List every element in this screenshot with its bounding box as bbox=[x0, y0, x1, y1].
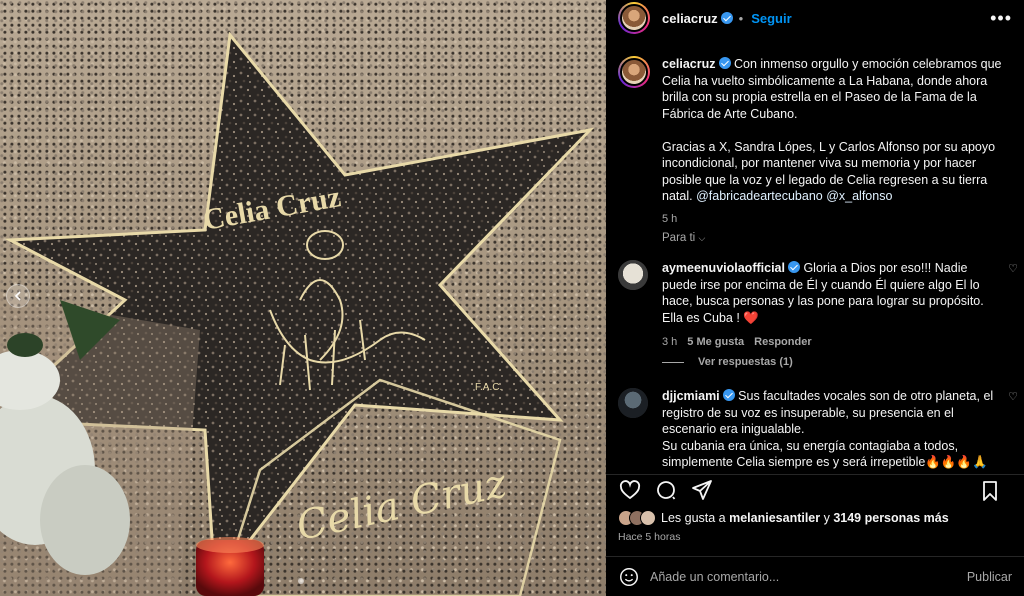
caption-username[interactable]: celiacruz bbox=[662, 57, 716, 71]
author-avatar[interactable] bbox=[618, 2, 650, 34]
star-mark-text: F.A.C. bbox=[475, 382, 502, 393]
likes-count[interactable]: 3149 personas más bbox=[833, 511, 948, 525]
verified-badge-icon bbox=[718, 57, 731, 69]
comment-time: 3 h bbox=[662, 336, 678, 348]
commenter-avatar[interactable] bbox=[618, 388, 648, 418]
reply-button[interactable]: Responder bbox=[754, 336, 811, 348]
bookmark-icon[interactable] bbox=[978, 479, 1002, 503]
add-comment-bar: Publicar bbox=[606, 556, 1024, 596]
walk-of-fame-star-image: Celia Cruz F.A.C. Celia Cruz bbox=[0, 31, 595, 596]
liker-avatar bbox=[640, 510, 656, 526]
chevron-down-icon: ⌵ bbox=[698, 233, 706, 243]
view-replies-label: Ver respuestas (1) bbox=[698, 356, 793, 368]
comment-icon[interactable] bbox=[654, 478, 678, 502]
post-timestamp: Hace 5 horas bbox=[618, 531, 681, 543]
caption-time: 5 h bbox=[662, 212, 678, 225]
action-bar bbox=[606, 474, 1024, 504]
comment-item: aymeenuviolaofficial Gloria a Dios por e… bbox=[618, 260, 1018, 348]
caption: celiacruz Con inmenso orgullo y emoción … bbox=[618, 56, 1018, 225]
caption-avatar[interactable] bbox=[618, 56, 650, 88]
verified-badge-icon bbox=[787, 261, 800, 273]
like-comment-heart-icon[interactable]: ♡ bbox=[1008, 262, 1018, 275]
post-header: celiacruz • Seguir ••• bbox=[606, 0, 1024, 36]
publish-button[interactable]: Publicar bbox=[967, 570, 1012, 584]
signature-text: Celia Cruz bbox=[293, 460, 512, 549]
chevron-left-icon bbox=[14, 291, 21, 301]
commenter-avatar[interactable] bbox=[618, 260, 648, 290]
translation-label: Para ti bbox=[662, 232, 696, 244]
commenter-username[interactable]: aymeenuviolaofficial bbox=[662, 261, 785, 275]
comment-likes[interactable]: 5 Me gusta bbox=[687, 336, 744, 348]
comment-text-continued: Su cubania era única, su energía contagi… bbox=[662, 438, 988, 470]
verified-badge-icon bbox=[722, 389, 735, 401]
verified-badge-icon bbox=[720, 12, 733, 24]
likes-summary[interactable]: Les gusta a melaniesantiler y 3149 perso… bbox=[618, 510, 949, 526]
replies-divider bbox=[662, 361, 684, 363]
candle bbox=[196, 537, 264, 596]
likes-user[interactable]: melaniesantiler bbox=[729, 511, 820, 525]
more-options-icon[interactable]: ••• bbox=[990, 8, 1012, 29]
comments-list[interactable]: celiacruz Con inmenso orgullo y emoción … bbox=[606, 48, 1024, 473]
view-replies-button[interactable]: Ver respuestas (1) bbox=[662, 356, 793, 368]
likes-middle: y bbox=[820, 511, 834, 525]
caption-mentions[interactable]: @fabricadeartecubano @x_alfonso bbox=[696, 189, 892, 203]
heart-icon[interactable] bbox=[618, 478, 642, 502]
commenter-username[interactable]: djjcmiami bbox=[662, 389, 720, 403]
likes-prefix: Les gusta a bbox=[661, 511, 730, 525]
caption-body: celiacruz Con inmenso orgullo y emoción … bbox=[662, 56, 1002, 205]
emoji-icon[interactable] bbox=[618, 566, 640, 588]
comment-item: djjcmiami Sus facultades vocales son de … bbox=[618, 388, 1018, 471]
comment-input[interactable] bbox=[650, 569, 950, 584]
post-details-panel: celiacruz • Seguir ••• celiacruz Con inm… bbox=[606, 0, 1024, 596]
translation-toggle[interactable]: Para ti ⌵ bbox=[662, 232, 705, 244]
like-comment-heart-icon[interactable]: ♡ bbox=[1008, 390, 1018, 403]
post-photo: Celia Cruz F.A.C. Celia Cruz bbox=[0, 0, 606, 596]
follow-button[interactable]: Seguir bbox=[751, 11, 791, 26]
instagram-post-modal: Celia Cruz F.A.C. Celia Cruz celiacruz •… bbox=[0, 0, 1024, 596]
carousel-indicator bbox=[298, 578, 304, 584]
share-icon[interactable] bbox=[690, 478, 714, 502]
separator-dot: • bbox=[738, 10, 744, 26]
author-username[interactable]: celiacruz bbox=[662, 11, 718, 26]
previous-photo-button[interactable] bbox=[6, 284, 30, 308]
